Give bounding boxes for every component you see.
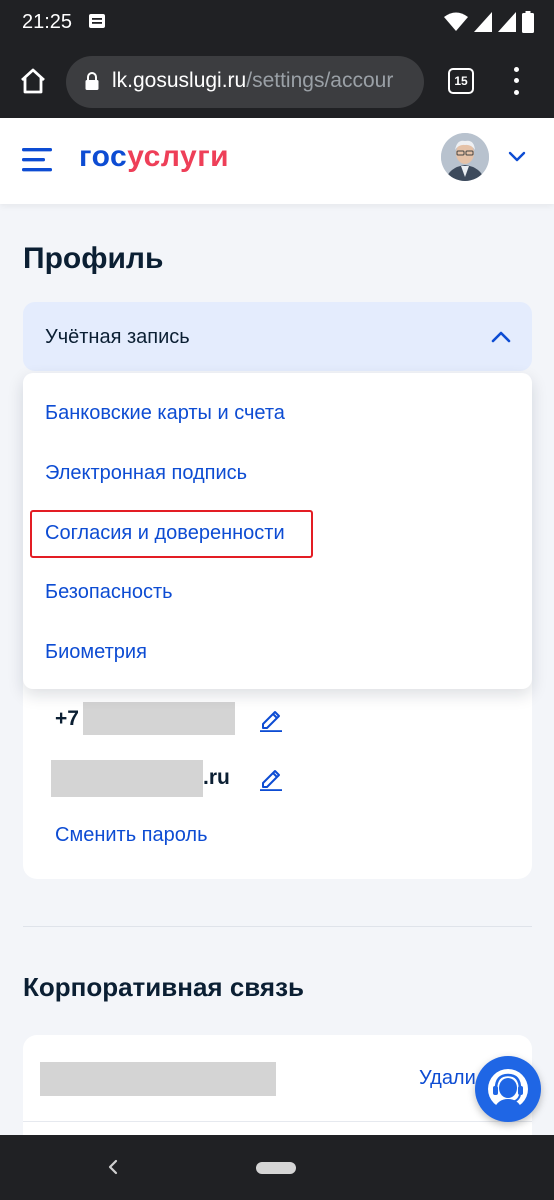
account-section-toggle[interactable]: Учётная запись	[23, 302, 532, 371]
tab-count: 15	[454, 74, 468, 88]
avatar[interactable]	[441, 133, 489, 181]
corporate-section-title: Корпоративная связь	[23, 972, 304, 1002]
home-button[interactable]	[14, 62, 52, 100]
gosuslugi-logo[interactable]: госуслуги	[79, 140, 229, 174]
signal-icon	[498, 12, 516, 32]
chevron-up-icon	[491, 331, 511, 343]
status-time: 21:25	[22, 11, 73, 33]
notification-icon	[89, 14, 105, 28]
redacted-org	[40, 1062, 276, 1096]
card-divider	[23, 1121, 532, 1122]
status-bar: 21:25	[0, 0, 554, 44]
headset-operator-icon	[488, 1069, 528, 1109]
page-title: Профиль	[23, 242, 164, 275]
change-password-link[interactable]: Сменить пароль	[55, 824, 208, 847]
redacted-email	[51, 760, 203, 797]
url-path: /settings/accour	[246, 69, 394, 92]
menu-item-biometrics[interactable]: Биометрия	[45, 641, 147, 664]
account-section-label: Учётная запись	[45, 326, 190, 348]
browser-menu-button[interactable]	[506, 64, 526, 98]
home-pill[interactable]	[256, 1162, 296, 1174]
browser-toolbar: lk.gosuslugi.ru/settings/accour 15	[0, 44, 554, 118]
system-nav-bar	[0, 1135, 554, 1200]
tab-switcher-button[interactable]: 15	[448, 68, 474, 94]
edit-phone-icon[interactable]	[259, 706, 283, 732]
edit-email-icon[interactable]	[259, 765, 283, 791]
email-suffix: .ru	[203, 766, 230, 789]
menu-item-e-signature[interactable]: Электронная подпись	[45, 462, 247, 485]
section-divider	[23, 926, 532, 927]
redacted-phone	[83, 702, 235, 735]
delete-link[interactable]: Удали	[419, 1067, 476, 1090]
battery-icon	[522, 11, 534, 33]
chevron-down-icon[interactable]	[508, 150, 526, 164]
menu-item-consents[interactable]: Согласия и доверенности	[45, 522, 285, 545]
menu-item-bank-cards[interactable]: Банковские карты и счета	[45, 402, 285, 425]
lock-icon	[85, 72, 99, 90]
menu-icon[interactable]	[22, 147, 52, 173]
wifi-icon	[444, 12, 468, 31]
status-icons	[444, 10, 534, 34]
menu-item-security[interactable]: Безопасность	[45, 581, 173, 604]
url-text: lk.gosuslugi.ru/settings/accour	[112, 69, 393, 93]
signal-icon	[474, 12, 492, 32]
account-dropdown-menu: Банковские карты и счета Электронная под…	[23, 373, 532, 689]
avatar-photo	[441, 133, 489, 181]
back-icon[interactable]	[104, 1157, 122, 1177]
url-domain: lk.gosuslugi.ru	[112, 69, 247, 92]
home-icon	[21, 68, 45, 94]
address-bar[interactable]: lk.gosuslugi.ru/settings/accour	[66, 56, 424, 108]
site-header: госуслуги	[0, 118, 554, 204]
phone-prefix: +7	[55, 707, 79, 730]
support-chat-button[interactable]	[475, 1056, 541, 1122]
